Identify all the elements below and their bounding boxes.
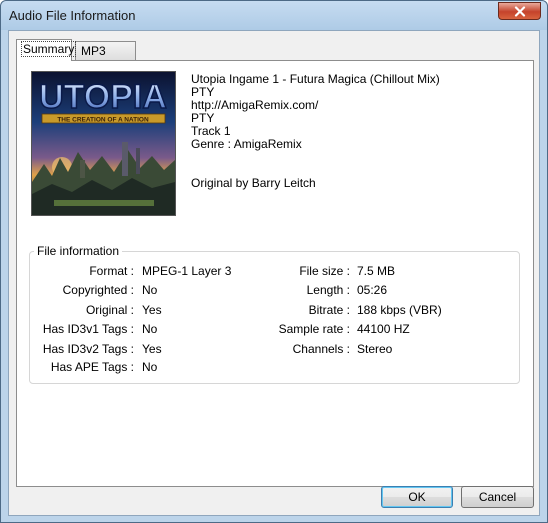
has-id3v2-value: Yes [142, 342, 162, 356]
format-label: Format : [89, 264, 134, 278]
cancel-button[interactable]: Cancel [461, 486, 534, 508]
close-icon [514, 5, 525, 17]
original-label: Original : [85, 303, 134, 317]
file-size-label: File size : [299, 264, 350, 278]
has-ape-value: No [142, 360, 158, 374]
title-bar[interactable]: Audio File Information [1, 1, 547, 30]
bitrate-label: Bitrate : [308, 303, 350, 317]
has-id3v2-label: Has ID3v2 Tags : [42, 342, 134, 356]
track-url: http://AmigaRemix.com/ [191, 98, 319, 112]
tab-mp3-tags[interactable]: MP3 Tags [75, 41, 136, 76]
track-title: Utopia Ingame 1 - Futura Magica (Chillou… [191, 72, 440, 86]
channels-label: Channels : [292, 342, 350, 356]
sample-rate-value: 44100 HZ [357, 322, 410, 336]
file-information-group: File information Format : MPEG-1 Layer 3… [29, 244, 520, 384]
has-id3v1-value: No [142, 322, 158, 336]
copyrighted-value: No [142, 283, 158, 297]
channels-value: Stereo [357, 342, 393, 356]
file-information-legend: File information [34, 244, 123, 258]
bitrate-value: 188 kbps (VBR) [357, 303, 442, 317]
tab-summary-label: Summary [20, 41, 77, 57]
format-value: MPEG-1 Layer 3 [142, 264, 232, 278]
tab-summary[interactable]: Summary [16, 39, 77, 61]
track-metadata: Utopia Ingame 1 - Futura Magica (Chillou… [191, 73, 440, 190]
length-value: 05:26 [357, 283, 388, 297]
summary-panel: UTOPIA THE CREATION OF A NATION Utopia I… [16, 60, 534, 487]
has-ape-label: Has APE Tags : [50, 360, 134, 374]
length-label: Length : [306, 283, 350, 297]
dialog-body: Summary MP3 Tags [8, 30, 540, 516]
sample-rate-label: Sample rate : [278, 322, 350, 336]
track-genre: Genre : AmigaRemix [191, 137, 302, 151]
track-comment: Original by Barry Leitch [191, 176, 316, 190]
ok-button[interactable]: OK [381, 486, 453, 508]
album-art-subtitle: THE CREATION OF A NATION [57, 117, 149, 124]
close-button[interactable] [498, 2, 541, 20]
audio-file-information-dialog: Audio File Information Summary MP3 Tags [0, 0, 548, 523]
copyrighted-label: Copyrighted : [62, 283, 134, 297]
window-title: Audio File Information [9, 8, 136, 23]
file-size-value: 7.5 MB [357, 264, 396, 278]
original-value: Yes [142, 303, 162, 317]
album-art-image: UTOPIA THE CREATION OF A NATION [31, 71, 176, 216]
has-id3v1-label: Has ID3v1 Tags : [42, 322, 134, 336]
album-art-title: UTOPIA [39, 78, 167, 116]
